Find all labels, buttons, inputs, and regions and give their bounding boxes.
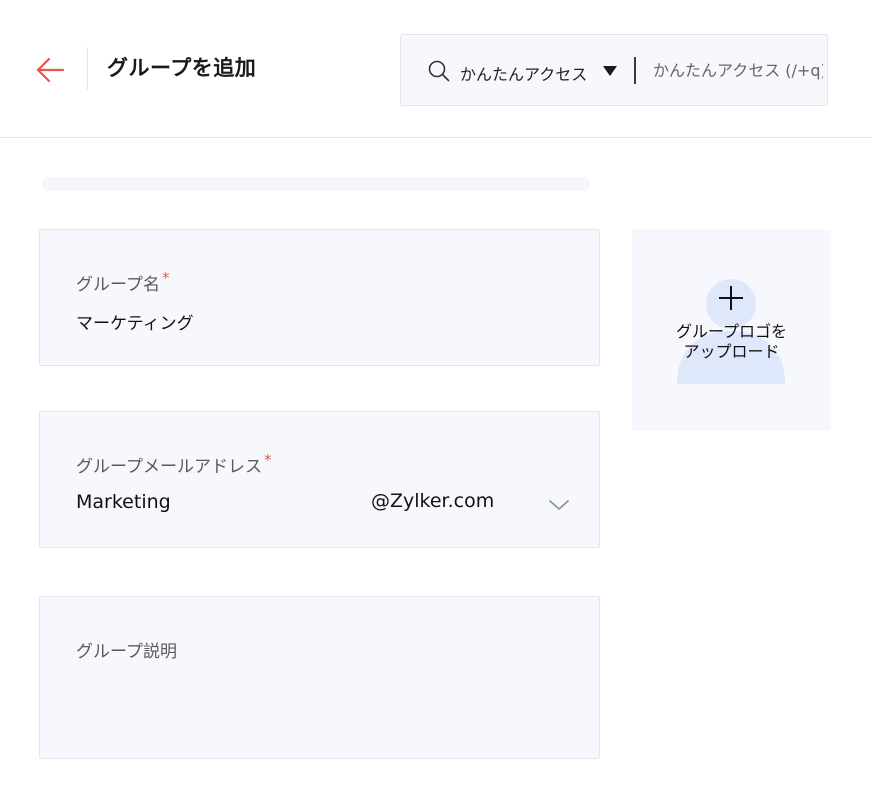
- group-logo-upload[interactable]: グループロゴを アップロード: [632, 229, 831, 431]
- quick-access-search: かんたんアクセス: [400, 34, 828, 106]
- chevron-down-icon[interactable]: [548, 498, 570, 512]
- search-input[interactable]: [653, 57, 823, 83]
- upload-logo-line2: アップロード: [683, 342, 780, 361]
- group-name-label: グループ名 *: [76, 269, 170, 295]
- group-name-input[interactable]: [76, 309, 556, 333]
- required-marker: *: [161, 269, 170, 287]
- back-button[interactable]: [30, 50, 72, 90]
- plus-icon: [719, 286, 743, 310]
- group-description-input[interactable]: [76, 672, 556, 738]
- search-scope-label[interactable]: かんたんアクセス: [460, 61, 587, 85]
- progress-bar: [42, 177, 590, 191]
- search-separator: [634, 57, 636, 84]
- email-local-part-input[interactable]: [76, 489, 326, 515]
- group-description-field[interactable]: グループ説明: [39, 596, 600, 759]
- group-name-field[interactable]: グループ名 *: [39, 229, 600, 366]
- back-arrow-icon: [36, 57, 65, 83]
- header-divider: [87, 47, 88, 90]
- page-title: グループを追加: [107, 56, 257, 80]
- caret-down-icon[interactable]: [602, 65, 618, 77]
- page-header: グループを追加 かんたんアクセス: [0, 0, 872, 138]
- search-icon: [428, 60, 450, 82]
- group-email-label: グループメールアドレス *: [76, 451, 272, 477]
- email-domain-select[interactable]: @Zylker.com: [371, 490, 494, 512]
- required-marker: *: [263, 451, 272, 469]
- group-description-label: グループ説明: [76, 642, 177, 662]
- group-email-field[interactable]: グループメールアドレス* @Zylker.com: [39, 411, 600, 548]
